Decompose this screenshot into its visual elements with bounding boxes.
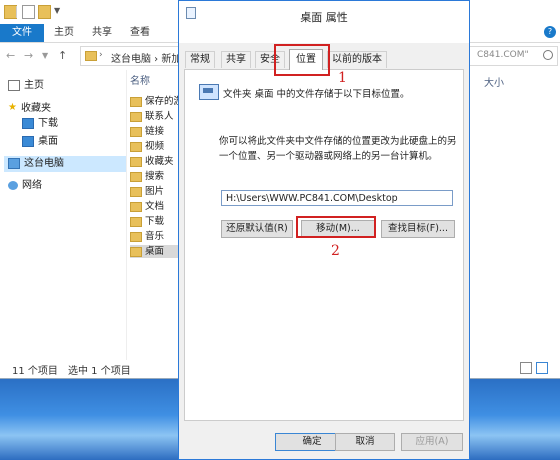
folder-icon [22,135,34,147]
chevron-right-icon[interactable]: › [99,50,103,60]
nav-item-home[interactable]: 主页 [8,78,44,94]
restore-default-button[interactable]: 还原默认值(R) [221,220,293,238]
column-header-name[interactable]: 名称 [130,72,150,87]
dialog-titlebar: 桌面 属性 [179,1,469,43]
star-icon: ★ [8,102,17,113]
highlight-box-move-button [296,216,376,238]
step-2-label: 2 [331,243,340,259]
nav-item-desktop[interactable]: 桌面 [22,134,58,150]
list-item[interactable]: 搜索 [130,170,164,183]
file-tab[interactable]: 文件 [0,24,44,42]
details-view-icon[interactable] [520,362,532,374]
column-header-size[interactable]: 大小 [484,74,504,89]
list-item[interactable]: 联系人 [130,110,174,123]
tab-general[interactable]: 常规 [185,51,215,68]
recent-dropdown-icon[interactable]: ▼ [42,51,48,60]
folder-icon [130,96,142,107]
folder-icon [130,246,142,257]
forward-icon[interactable]: → [24,49,33,62]
step-1-label: 1 [338,70,347,86]
breadcrumb[interactable]: 这台电脑 › 新加 [111,50,181,65]
nav-item-favorites[interactable]: ★ 收藏夹 [8,100,51,116]
item-count: 11 个项目 [12,366,58,377]
tab-sharing[interactable]: 共享 [221,51,251,68]
up-icon[interactable]: ↑ [58,49,67,62]
status-bar: 11 个项目 选中 1 个项目 [0,360,180,377]
cancel-button[interactable]: 取消 [335,433,395,451]
navigation-pane: 主页 ★ 收藏夹 下载 桌面 这台电脑 网络 [0,70,126,350]
folder-icon [130,141,142,152]
location-panel: 文件夹 桌面 中的文件存储于以下目标位置。 你可以将此文件夹中文件存储的位置更改… [184,69,464,421]
list-item[interactable]: 图片 [130,185,164,198]
tab-home[interactable]: 主页 [54,24,74,42]
folder-icon [130,171,142,182]
move-instructions: 你可以将此文件夹中文件存储的位置更改为此硬盘上的另一个位置、另一个驱动器或网络上… [219,136,457,162]
address-bar[interactable]: › 这台电脑 › 新加 [80,46,181,66]
pane-divider[interactable] [126,70,127,360]
list-item[interactable]: 下载 [130,215,164,228]
search-icon [543,50,553,60]
folder-icon [130,186,142,197]
tab-share[interactable]: 共享 [92,24,112,42]
folder-icon [130,156,142,167]
list-item[interactable]: 链接 [130,125,164,138]
selection-count: 选中 1 个项目 [68,366,131,377]
folder-icon [130,231,142,242]
location-description: 文件夹 桌面 中的文件存储于以下目标位置。 [223,89,410,100]
home-icon [8,79,20,91]
search-input[interactable]: C841.COM" [468,46,558,66]
large-icons-view-icon[interactable] [536,362,548,374]
network-icon [8,180,18,190]
folder-icon [130,201,142,212]
list-item[interactable]: 视频 [130,140,164,153]
folder-icon [22,117,34,129]
list-item[interactable]: 保存的游 [130,95,183,108]
list-item-selected[interactable]: 桌面 [130,245,178,258]
find-target-button[interactable]: 查找目标(F)... [381,220,455,238]
apply-button[interactable]: 应用(A) [401,433,463,451]
nav-item-downloads[interactable]: 下载 [22,116,58,132]
folder-icon [130,216,142,227]
tab-previous-versions[interactable]: 以前的版本 [327,51,387,68]
nav-item-network[interactable]: 网络 [8,178,42,194]
dialog-title: 桌面 属性 [300,11,348,24]
tab-location[interactable]: 位置 [289,49,323,70]
computer-icon [8,157,20,169]
list-item[interactable]: 音乐 [130,230,164,243]
search-placeholder: C841.COM" [477,50,529,60]
nav-item-this-pc[interactable]: 这台电脑 [4,156,126,172]
list-item[interactable]: 收藏夹 [130,155,174,168]
folder-icon [85,51,97,61]
folder-icon [130,111,142,122]
help-icon[interactable]: ? [544,26,556,38]
tab-view[interactable]: 查看 [130,24,150,42]
list-item[interactable]: 文档 [130,200,164,213]
back-icon[interactable]: ← [6,49,15,62]
location-path-field[interactable]: H:\Users\WWW.PC841.COM\Desktop [221,190,453,206]
folder-icon [130,126,142,137]
folder-location-icon [199,84,219,100]
